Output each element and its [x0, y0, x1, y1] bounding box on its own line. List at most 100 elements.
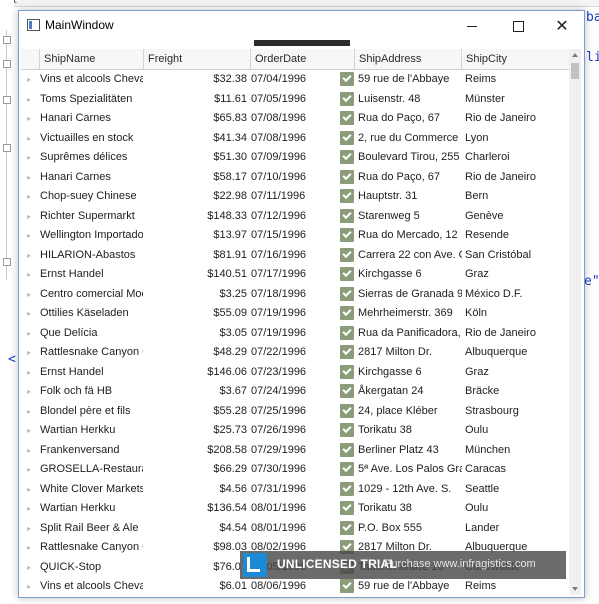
- cell-shipaddress[interactable]: 24, place Kléber: [358, 402, 462, 421]
- cell-shipname[interactable]: Frankenversand: [40, 441, 143, 460]
- cell-freight[interactable]: $146.06: [143, 363, 247, 382]
- table-row[interactable]: ▸ Wartian Herkku $136.54 08/01/1996 Torikatu…: [21, 499, 569, 519]
- table-row[interactable]: ▸ Blondel père et fils $55.28 07/25/1996 24,…: [21, 402, 569, 422]
- cell-shipcity[interactable]: Seattle: [465, 480, 569, 499]
- cell-shipcity[interactable]: Albuquerque: [465, 343, 569, 362]
- checkbox-icon[interactable]: [340, 208, 354, 223]
- scroll-down-arrow-icon[interactable]: [572, 587, 578, 591]
- table-row[interactable]: ▸ Hanari Carnes $65.83 07/08/1996 Rua do Paç…: [21, 109, 569, 129]
- cell-shipname[interactable]: Victuailles en stock: [40, 129, 143, 148]
- date-picker-toggle[interactable]: [340, 421, 354, 440]
- cell-shipcity[interactable]: München: [465, 441, 569, 460]
- table-row[interactable]: ▸ Vins et alcools Cheval $32.38 07/04/1996 5…: [21, 70, 569, 90]
- checkbox-icon[interactable]: [340, 403, 354, 418]
- checkbox-icon[interactable]: [340, 481, 354, 496]
- column-header-freight[interactable]: Freight: [144, 49, 251, 69]
- table-row[interactable]: ▸ Hanari Carnes $58.17 07/10/1996 Rua do Paç…: [21, 168, 569, 188]
- minimize-button[interactable]: [449, 11, 495, 41]
- cell-freight[interactable]: $58.17: [143, 168, 247, 187]
- cell-shipname[interactable]: Rattlesnake Canyon G: [40, 538, 143, 557]
- cell-freight[interactable]: $208.58: [143, 441, 247, 460]
- data-grid[interactable]: ShipName Freight OrderDate ShipAddress S…: [21, 49, 569, 595]
- checkbox-icon[interactable]: [340, 267, 354, 281]
- table-row[interactable]: ▸ Chop-suey Chinese $22.98 07/11/1996 Haupts…: [21, 187, 569, 207]
- cell-shipaddress[interactable]: Rua do Paço, 67: [358, 168, 462, 187]
- date-picker-toggle[interactable]: [340, 187, 354, 206]
- cell-freight[interactable]: $4.56: [143, 480, 247, 499]
- cell-shipname[interactable]: White Clover Markets: [40, 480, 143, 499]
- cell-freight[interactable]: $25.73: [143, 421, 247, 440]
- cell-shipcity[interactable]: Münster: [465, 90, 569, 109]
- cell-shipaddress[interactable]: Åkergatan 24: [358, 382, 462, 401]
- checkbox-icon[interactable]: [340, 579, 354, 593]
- date-picker-toggle[interactable]: [340, 363, 354, 382]
- date-picker-toggle[interactable]: [340, 265, 354, 284]
- cell-shipaddress[interactable]: Boulevard Tirou, 255: [358, 148, 462, 167]
- date-picker-toggle[interactable]: [340, 109, 354, 128]
- checkbox-icon[interactable]: [340, 442, 354, 457]
- maximize-button[interactable]: [495, 11, 541, 41]
- date-picker-toggle[interactable]: [340, 343, 354, 362]
- cell-freight[interactable]: $148.33: [143, 207, 247, 226]
- cell-shipaddress[interactable]: P.O. Box 555: [358, 519, 462, 538]
- cell-shipname[interactable]: Que Delícia: [40, 324, 143, 343]
- cell-shipcity[interactable]: Köln: [465, 304, 569, 323]
- checkbox-icon[interactable]: [340, 130, 354, 145]
- cell-shipname[interactable]: Hanari Carnes: [40, 109, 143, 128]
- cell-freight[interactable]: $3.25: [143, 285, 247, 304]
- cell-shipaddress[interactable]: 59 rue de l'Abbaye: [358, 70, 462, 89]
- checkbox-icon[interactable]: [340, 364, 354, 379]
- cell-freight[interactable]: $3.05: [143, 324, 247, 343]
- table-row[interactable]: ▸ Wellington Importado $13.97 07/15/1996 Rua…: [21, 226, 569, 246]
- cell-shipname[interactable]: Vins et alcools Cheval: [40, 70, 143, 89]
- cell-shipname[interactable]: HILARION-Abastos: [40, 246, 143, 265]
- cell-shipcity[interactable]: Bräcke: [465, 382, 569, 401]
- column-header-shipname[interactable]: ShipName: [40, 49, 144, 69]
- cell-shipname[interactable]: Ottilies Käseladen: [40, 304, 143, 323]
- cell-shipaddress[interactable]: 59 rue de l'Abbaye: [358, 577, 462, 595]
- date-picker-toggle[interactable]: [340, 70, 354, 89]
- cell-freight[interactable]: $32.38: [143, 70, 247, 89]
- date-picker-toggle[interactable]: [340, 324, 354, 343]
- cell-freight[interactable]: $41.34: [143, 129, 247, 148]
- cell-shipname[interactable]: Blondel père et fils: [40, 402, 143, 421]
- cell-freight[interactable]: $136.54: [143, 499, 247, 518]
- checkbox-icon[interactable]: [340, 150, 354, 164]
- cell-shipcity[interactable]: Graz: [465, 265, 569, 284]
- cell-shipname[interactable]: Ernst Handel: [40, 265, 143, 284]
- cell-shipcity[interactable]: Rio de Janeiro: [465, 109, 569, 128]
- cell-shipcity[interactable]: Oulu: [465, 499, 569, 518]
- table-row[interactable]: ▸ Ottilies Käseladen $55.09 07/19/1996 Mehrh…: [21, 304, 569, 324]
- checkbox-icon[interactable]: [340, 423, 354, 437]
- cell-shipname[interactable]: GROSELLA-Restaurant: [40, 460, 143, 479]
- checkbox-icon[interactable]: [340, 384, 354, 398]
- cell-shipname[interactable]: Richter Supermarkt: [40, 207, 143, 226]
- cell-shipaddress[interactable]: Kirchgasse 6: [358, 265, 462, 284]
- cell-freight[interactable]: $13.97: [143, 226, 247, 245]
- cell-shipname[interactable]: Ernst Handel: [40, 363, 143, 382]
- cell-shipname[interactable]: Wartian Herkku: [40, 499, 143, 518]
- checkbox-icon[interactable]: [340, 306, 354, 320]
- cell-shipaddress[interactable]: Sierras de Granada 99: [358, 285, 462, 304]
- cell-freight[interactable]: $55.28: [143, 402, 247, 421]
- table-row[interactable]: ▸ Suprêmes délices $51.30 07/09/1996 Bouleva…: [21, 148, 569, 168]
- checkbox-icon[interactable]: [340, 189, 354, 203]
- date-picker-toggle[interactable]: [340, 90, 354, 109]
- table-row[interactable]: ▸ Toms Spezialitäten $11.61 07/05/1996 Luise…: [21, 90, 569, 110]
- cell-shipaddress[interactable]: Rua do Paço, 67: [358, 109, 462, 128]
- checkbox-icon[interactable]: [340, 286, 354, 301]
- date-picker-toggle[interactable]: [340, 207, 354, 226]
- cell-shipname[interactable]: QUICK-Stop: [40, 558, 143, 577]
- date-picker-toggle[interactable]: [340, 382, 354, 401]
- table-row[interactable]: ▸ Split Rail Beer & Ale $4.54 08/01/1996 P.O…: [21, 519, 569, 539]
- table-row[interactable]: ▸ Folk och fä HB $3.67 07/24/1996 Åkergatan …: [21, 382, 569, 402]
- date-picker-toggle[interactable]: [340, 304, 354, 323]
- cell-shipcity[interactable]: Reims: [465, 70, 569, 89]
- cell-freight[interactable]: $4.54: [143, 519, 247, 538]
- cell-shipaddress[interactable]: Mehrheimerstr. 369: [358, 304, 462, 323]
- checkbox-icon[interactable]: [340, 462, 354, 476]
- table-row[interactable]: ▸ Que Delícia $3.05 07/19/1996 Rua da Panifi…: [21, 324, 569, 344]
- scrollbar-thumb[interactable]: [571, 63, 579, 79]
- cell-freight[interactable]: $48.29: [143, 343, 247, 362]
- cell-shipname[interactable]: Chop-suey Chinese: [40, 187, 143, 206]
